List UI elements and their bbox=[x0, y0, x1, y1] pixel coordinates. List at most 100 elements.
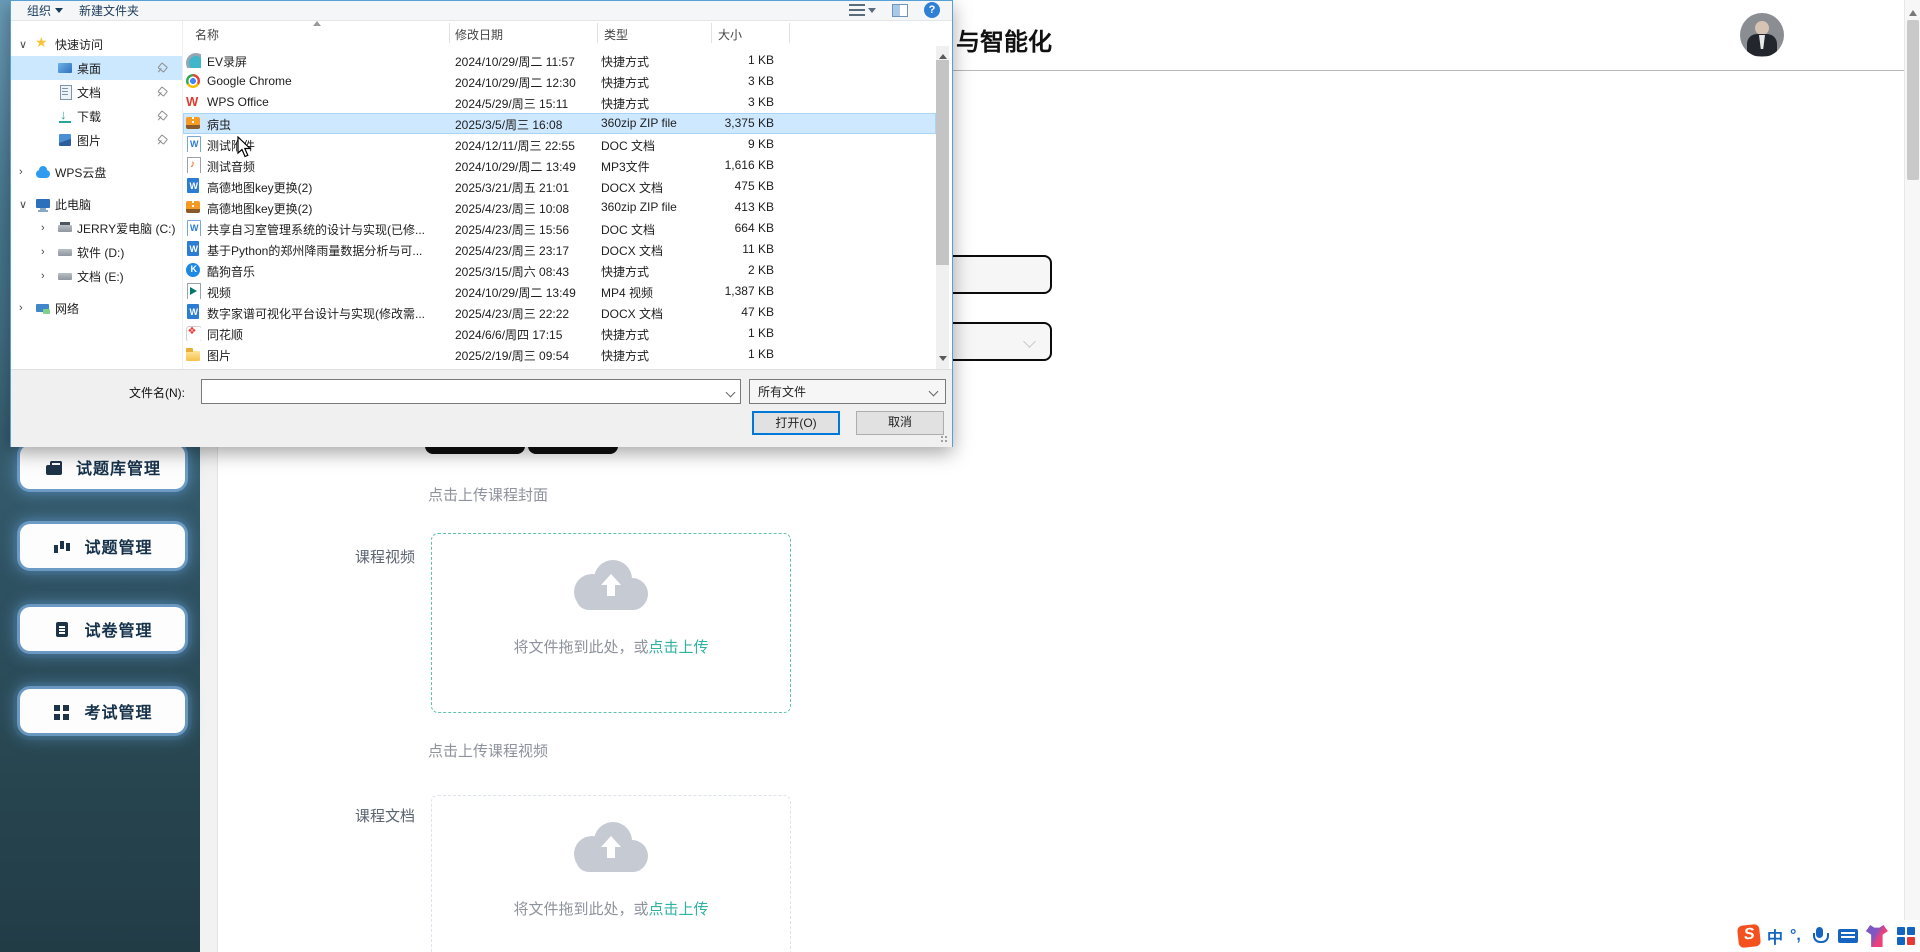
column-header-size[interactable]: 大小 bbox=[718, 26, 742, 43]
tree-item[interactable]: 下载 bbox=[11, 104, 182, 128]
sidebar-item[interactable]: 试卷管理 bbox=[20, 607, 185, 651]
tree-item[interactable]: 桌面 bbox=[11, 56, 182, 80]
tree-expander-icon[interactable]: › bbox=[19, 166, 35, 178]
table-row[interactable]: 高德地图key更换(2) 2025/3/21/周五 21:01 DOCX 文档 … bbox=[183, 176, 936, 197]
table-row[interactable]: WPS Office 2024/5/29/周三 15:11 快捷方式 3 KB bbox=[183, 92, 936, 113]
ime-language-indicator[interactable]: 中 bbox=[1767, 924, 1783, 948]
table-row[interactable]: 酷狗音乐 2025/3/15/周六 08:43 快捷方式 2 KB bbox=[183, 260, 936, 281]
file-name: 酷狗音乐 bbox=[207, 265, 256, 279]
column-separator[interactable] bbox=[789, 23, 790, 43]
table-row[interactable]: 图片 2025/2/19/周三 09:54 快捷方式 1 KB bbox=[183, 344, 936, 365]
column-header-name[interactable]: 名称 bbox=[195, 26, 219, 43]
scroll-up-icon[interactable] bbox=[939, 50, 947, 59]
view-menu-button[interactable] bbox=[849, 4, 876, 17]
file-size: 475 KB bbox=[734, 179, 774, 193]
screen: 试题库管理 试题管理 试卷管理 考试管理 与智能化 点击上传课程封面 课程视频 … bbox=[0, 0, 1920, 952]
table-row[interactable]: 测试附件 2024/12/11/周三 22:55 DOC 文档 9 KB bbox=[183, 134, 936, 155]
help-icon[interactable]: ? bbox=[924, 2, 940, 18]
tree-expander-icon[interactable]: › bbox=[41, 270, 57, 282]
table-row[interactable]: 共享自习室管理系统的设计与实现(已修... 2025/4/23/周三 15:56… bbox=[183, 218, 936, 239]
scrollbar-thumb[interactable] bbox=[1907, 20, 1919, 180]
file-date: 2024/6/6/周四 17:15 bbox=[455, 328, 563, 342]
tree-item-label: 此电脑 bbox=[55, 197, 92, 212]
tree-item-icon bbox=[57, 60, 73, 76]
tree-item[interactable]: ∨ 此电脑 bbox=[11, 192, 182, 216]
file-date: 2024/5/29/周三 15:11 bbox=[455, 97, 569, 111]
file-name: 图片 bbox=[207, 349, 232, 363]
sidebar-item[interactable]: 试题库管理 bbox=[20, 445, 185, 489]
scroll-up-icon[interactable] bbox=[1909, 6, 1917, 16]
file-type-icon bbox=[185, 136, 201, 152]
avatar[interactable] bbox=[1740, 13, 1784, 57]
sogou-logo-icon[interactable] bbox=[1736, 923, 1762, 949]
tree-expander-icon[interactable]: › bbox=[41, 222, 57, 234]
tree-item[interactable]: › 网络 bbox=[11, 296, 182, 320]
sidebar-item-icon bbox=[44, 458, 64, 476]
skin-shirt-icon[interactable] bbox=[1865, 925, 1888, 947]
table-row[interactable]: 高德地图key更换(2) 2025/4/23/周三 10:08 360zip Z… bbox=[183, 197, 936, 218]
tree-item-label: WPS云盘 bbox=[55, 165, 107, 180]
sidebar-item-label: 试卷管理 bbox=[84, 623, 153, 640]
filetype-value: 所有文件 bbox=[758, 385, 807, 399]
scroll-down-icon[interactable] bbox=[939, 356, 947, 365]
table-row[interactable]: 测试音频 2024/10/29/周二 13:49 MP3文件 1,616 KB bbox=[183, 155, 936, 176]
toolbox-grid-icon[interactable] bbox=[1895, 925, 1917, 947]
file-list-header: 名称 修改日期 类型 大小 bbox=[183, 21, 952, 45]
new-folder-button[interactable]: 新建文件夹 bbox=[79, 2, 139, 19]
video-upload-dropzone[interactable]: 将文件拖到此处，或点击上传 bbox=[431, 533, 791, 713]
microphone-icon[interactable] bbox=[1808, 925, 1830, 947]
cancel-button[interactable]: 取消 bbox=[856, 411, 944, 435]
ime-punctuation-indicator[interactable]: °, bbox=[1790, 927, 1801, 945]
resize-grip[interactable] bbox=[941, 436, 949, 444]
tree-item[interactable]: › 软件 (D:) bbox=[11, 240, 182, 264]
page-scrollbar[interactable] bbox=[1904, 0, 1920, 952]
column-separator[interactable] bbox=[449, 23, 450, 43]
tree-expander-icon[interactable]: ∨ bbox=[19, 38, 35, 51]
table-row[interactable]: 基于Python的郑州降雨量数据分析与可... 2025/4/23/周三 23:… bbox=[183, 239, 936, 260]
table-row[interactable]: EV录屏 2024/10/29/周二 11:57 快捷方式 1 KB bbox=[183, 50, 936, 71]
tree-item[interactable]: › JERRY爱电脑 (C:) bbox=[11, 216, 182, 240]
tree-item[interactable]: 文档 bbox=[11, 80, 182, 104]
sidebar-item[interactable]: 考试管理 bbox=[20, 689, 185, 733]
file-size: 9 KB bbox=[747, 137, 774, 151]
tree-expander-icon[interactable]: › bbox=[41, 246, 57, 258]
table-row[interactable]: Google Chrome 2024/10/29/周二 12:30 快捷方式 3… bbox=[183, 71, 936, 92]
table-row[interactable]: 病虫 2025/3/5/周三 16:08 360zip ZIP file 3,3… bbox=[183, 113, 936, 134]
column-header-type[interactable]: 类型 bbox=[604, 26, 628, 43]
column-header-date[interactable]: 修改日期 bbox=[455, 26, 503, 43]
tree-item-label: 网络 bbox=[55, 301, 80, 316]
file-type-icon bbox=[185, 304, 201, 320]
sidebar-item[interactable]: 试题管理 bbox=[20, 524, 185, 568]
tree-item[interactable]: 图片 bbox=[11, 128, 182, 152]
navigation-tree: ∨ 快速访问 桌面 文 bbox=[11, 21, 183, 369]
file-date: 2025/4/23/周三 15:56 bbox=[455, 223, 570, 237]
tree-item[interactable]: ∨ 快速访问 bbox=[11, 32, 182, 56]
tree-expander-icon[interactable]: › bbox=[19, 302, 35, 314]
table-row[interactable]: 数字家谱可视化平台设计与实现(修改需... 2025/4/23/周三 22:22… bbox=[183, 302, 936, 323]
keyboard-icon[interactable] bbox=[1837, 925, 1859, 947]
filename-input[interactable] bbox=[201, 379, 741, 404]
filetype-select[interactable]: 所有文件 bbox=[749, 379, 946, 404]
list-scrollbar[interactable] bbox=[936, 46, 949, 369]
preview-pane-icon[interactable] bbox=[892, 3, 908, 17]
sidebar-item-icon bbox=[52, 620, 72, 638]
file-date: 2024/10/29/周二 13:49 bbox=[455, 286, 576, 300]
file-name: 测试音频 bbox=[207, 160, 256, 174]
organize-menu-button[interactable]: 组织 bbox=[27, 2, 64, 19]
upload-link[interactable]: 点击上传 bbox=[649, 639, 709, 656]
doc-upload-dropzone[interactable]: 将文件拖到此处，或点击上传 bbox=[431, 795, 791, 952]
file-date: 2025/2/19/周三 09:54 bbox=[455, 349, 570, 363]
upload-link[interactable]: 点击上传 bbox=[649, 901, 709, 918]
table-row[interactable]: 同花顺 2024/6/6/周四 17:15 快捷方式 1 KB bbox=[183, 323, 936, 344]
tree-item[interactable]: › WPS云盘 bbox=[11, 160, 182, 184]
tree-item-label: 快速访问 bbox=[55, 37, 104, 52]
column-separator[interactable] bbox=[711, 23, 712, 43]
scrollbar-thumb[interactable] bbox=[936, 60, 949, 265]
column-separator[interactable] bbox=[597, 23, 598, 43]
table-row[interactable]: 视频 2024/10/29/周二 13:49 MP4 视频 1,387 KB bbox=[183, 281, 936, 302]
tree-item[interactable]: › 文档 (E:) bbox=[11, 264, 182, 288]
open-button[interactable]: 打开(O) bbox=[752, 411, 840, 435]
tree-expander-icon[interactable]: ∨ bbox=[19, 198, 35, 211]
drag-text: 将文件拖到此处，或点击上传 bbox=[432, 636, 790, 657]
tree-item-label: 下载 bbox=[77, 109, 102, 124]
